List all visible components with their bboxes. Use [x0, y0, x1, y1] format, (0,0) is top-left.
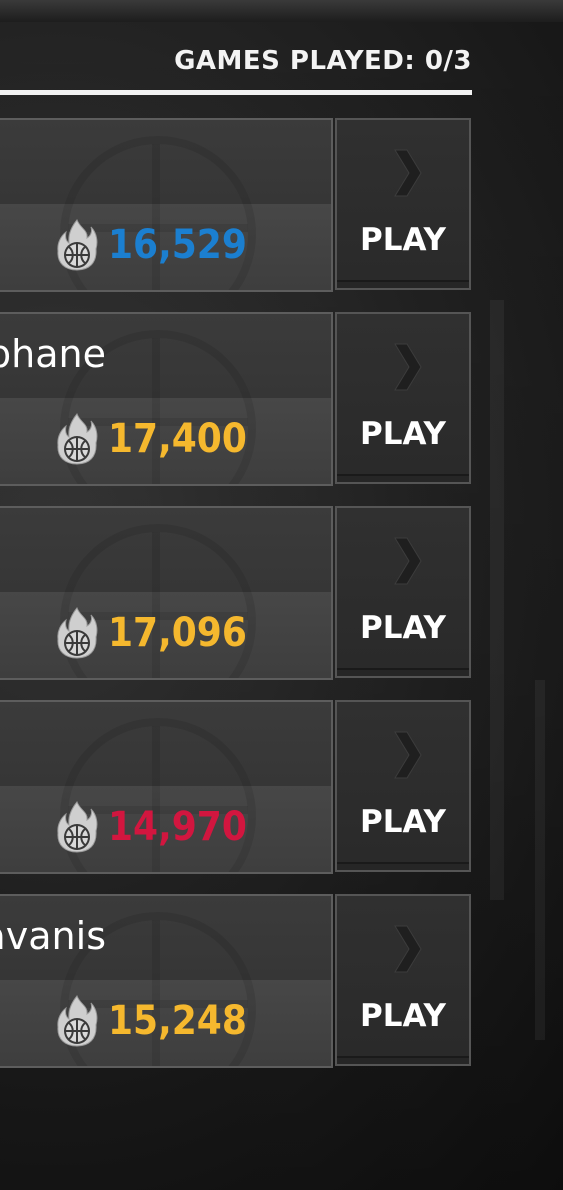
chevron-right-icon [394, 343, 422, 391]
score-value: 15,248 [108, 998, 247, 1044]
chevron-right-icon [394, 925, 422, 973]
top-bar [0, 0, 563, 22]
opponent-card: 17,096 [0, 506, 333, 680]
opponent-card: 14,970 [0, 700, 333, 874]
score-group: 17,400 [56, 411, 247, 467]
opponent-row: 14,970 PLAY [0, 700, 473, 874]
score-group: 15,248 [56, 993, 247, 1049]
player-name: os Valavanis [0, 914, 106, 958]
play-label: PLAY [360, 610, 446, 646]
play-label: PLAY [360, 416, 446, 452]
play-button[interactable]: PLAY [335, 312, 471, 484]
opponent-row: os Valavanis 15,248 PLAY [0, 894, 473, 1068]
opponent-card: 16,529 [0, 118, 333, 292]
chevron-right-icon [394, 731, 422, 779]
score-group: 17,096 [56, 605, 247, 661]
basketball-fire-icon [57, 995, 98, 1047]
basketball-fire-icon [57, 607, 98, 659]
play-label: PLAY [360, 804, 446, 840]
opponent-card: os Valavanis 15,248 [0, 894, 333, 1068]
score-value: 17,400 [108, 416, 247, 462]
play-label: PLAY [360, 998, 446, 1034]
chevron-right-icon [394, 537, 422, 585]
play-button[interactable]: PLAY [335, 700, 471, 872]
player-name: phane [0, 332, 106, 376]
score-value: 14,970 [108, 804, 247, 850]
games-played-counter: GAMES PLAYED: 0/3 [174, 46, 472, 76]
background-post [535, 680, 545, 1040]
opponent-row: 16,529 PLAY [0, 118, 473, 292]
play-button[interactable]: PLAY [335, 894, 471, 1066]
opponent-card: phane 17,400 [0, 312, 333, 486]
basketball-fire-icon [57, 413, 98, 465]
play-button[interactable]: PLAY [335, 118, 471, 290]
score-value: 16,529 [108, 222, 247, 268]
header-divider [0, 90, 472, 95]
background-post [490, 300, 504, 900]
play-label: PLAY [360, 222, 446, 258]
score-group: 16,529 [56, 217, 247, 273]
chevron-right-icon [394, 149, 422, 197]
score-group: 14,970 [56, 799, 247, 855]
opponent-row: 17,096 PLAY [0, 506, 473, 680]
score-value: 17,096 [108, 610, 247, 656]
opponent-row: phane 17,400 PLAY [0, 312, 473, 486]
play-button[interactable]: PLAY [335, 506, 471, 678]
basketball-fire-icon [57, 219, 98, 271]
basketball-fire-icon [57, 801, 98, 853]
